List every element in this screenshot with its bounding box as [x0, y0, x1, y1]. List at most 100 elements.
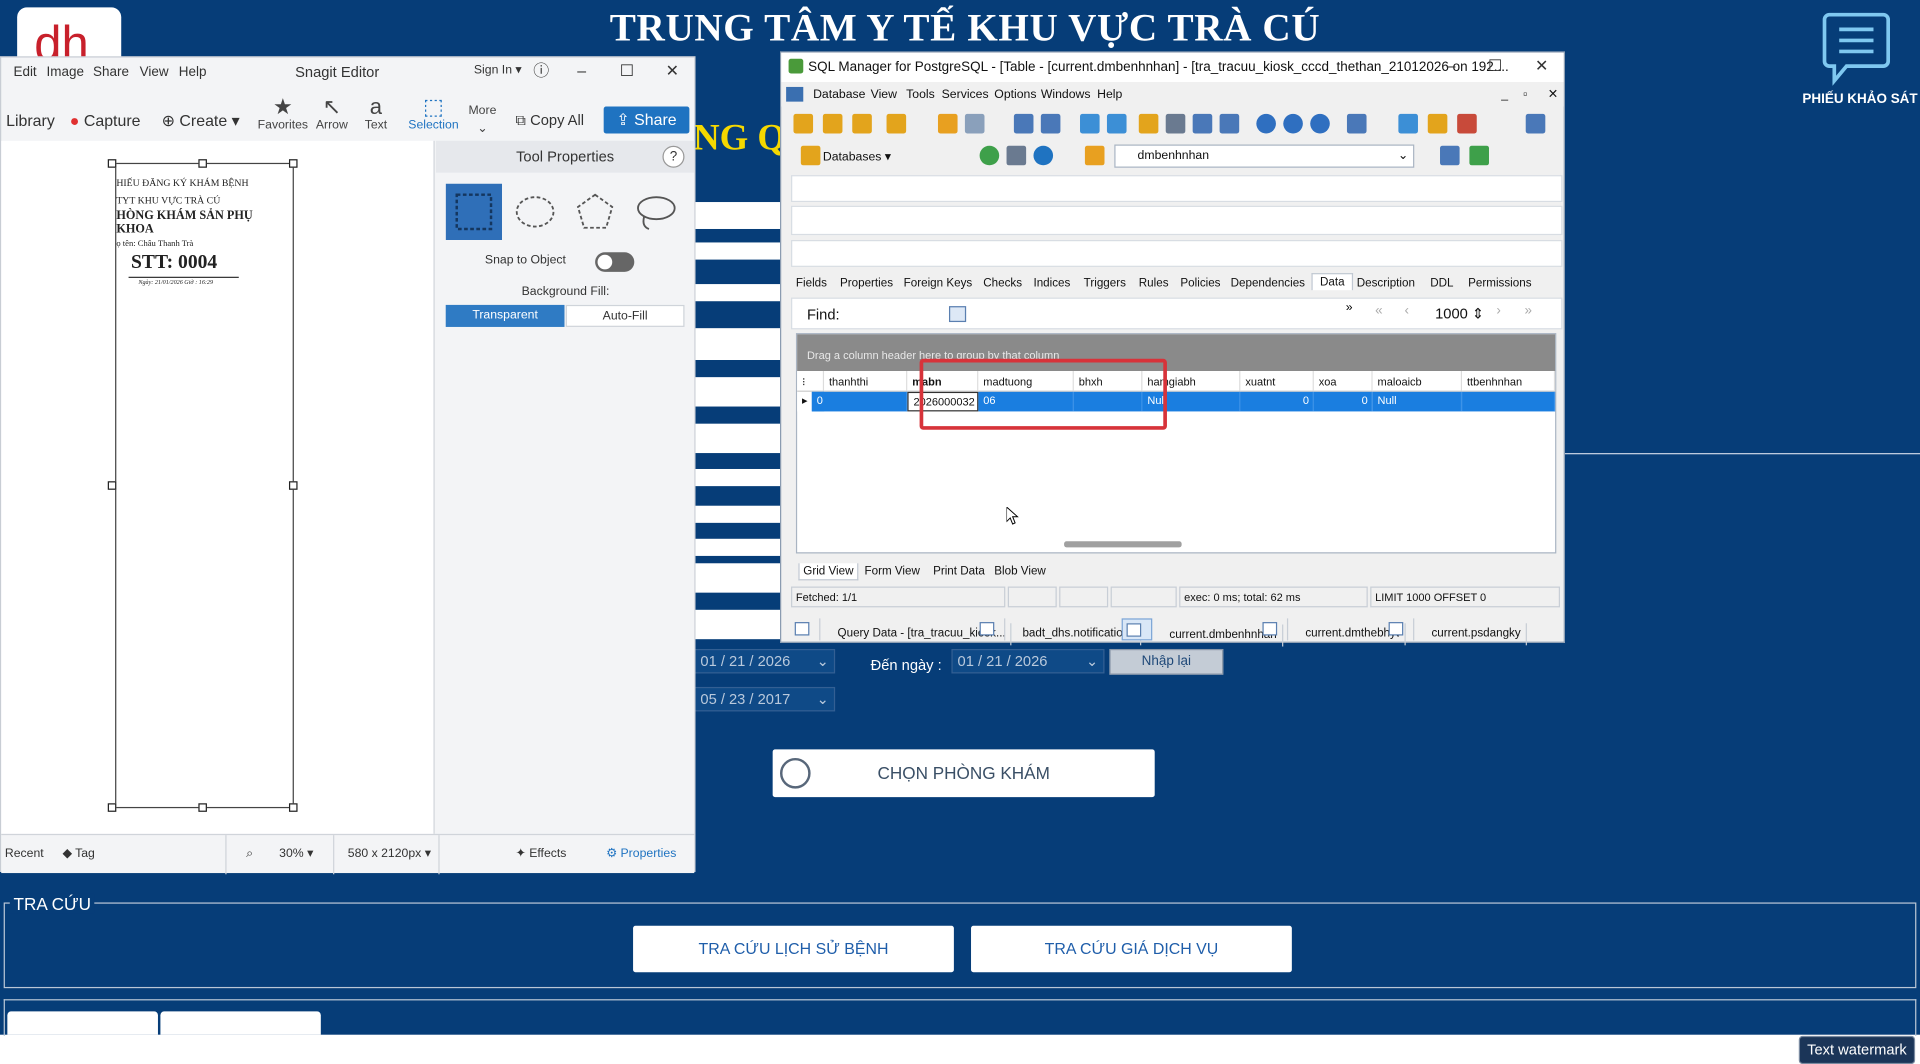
resize-handle[interactable] [288, 159, 298, 168]
toolbar-icon[interactable] [1138, 113, 1159, 134]
table-cell[interactable] [1462, 391, 1556, 412]
toolbar-icon[interactable] [822, 113, 843, 134]
column-header[interactable]: maloaicb [1372, 371, 1463, 392]
price-lookup-button[interactable]: TRA CỨU GIÁ DỊCH VỤ [971, 925, 1292, 973]
resize-handle[interactable] [107, 803, 117, 812]
toolbar-icon[interactable] [964, 113, 985, 134]
favorites-tool[interactable]: ★ Favorites [255, 94, 311, 132]
toolbar-icon[interactable] [1525, 113, 1546, 134]
help-icon[interactable] [1033, 145, 1054, 166]
tab-fields[interactable]: Fields [796, 277, 827, 290]
info-icon[interactable]: ⓘ [528, 60, 555, 82]
ellipse-selection-icon[interactable] [507, 184, 563, 240]
toolbar-icon[interactable] [1469, 145, 1489, 166]
tab-blob-view[interactable]: Blob View [994, 564, 1046, 577]
sign-in-button[interactable]: Sign In ▾ [474, 64, 522, 77]
choose-clinic-button[interactable]: CHỌN PHÒNG KHÁM [772, 749, 1155, 798]
menu-tools[interactable]: Tools [906, 88, 935, 101]
next-page-icon[interactable]: › [1496, 304, 1500, 319]
toolbar-icon[interactable] [1346, 113, 1367, 134]
menu-share[interactable]: Share [93, 65, 129, 80]
toolbar-icon[interactable] [1192, 113, 1213, 134]
data-grid[interactable]: Drag a column header here to group by th… [795, 333, 1557, 554]
copy-all-button[interactable]: ⧉ Copy All [516, 111, 585, 129]
maximize-icon[interactable]: ☐ [613, 60, 640, 82]
toolbar-icon[interactable] [1106, 113, 1127, 134]
doc-tab-dmthebhyt[interactable]: current.dmthebhyt [1259, 618, 1406, 646]
menu-image[interactable]: Image [47, 65, 84, 80]
tab-rules[interactable]: Rules [1139, 277, 1169, 290]
first-page-icon[interactable]: « [1375, 304, 1383, 319]
resize-handle[interactable] [198, 159, 207, 168]
bottom-tab-1[interactable] [7, 1011, 158, 1035]
polygon-selection-icon[interactable] [567, 184, 623, 240]
tab-print-data[interactable]: Print Data [933, 564, 985, 577]
toolbar-icon[interactable] [1165, 113, 1186, 134]
resize-handle[interactable] [198, 803, 207, 812]
last-page-icon[interactable]: » [1525, 304, 1533, 319]
group-by-bar[interactable]: Drag a column header here to group by th… [797, 334, 1556, 372]
menu-edit[interactable]: Edit [13, 65, 36, 80]
tab-indices[interactable]: Indices [1033, 277, 1070, 290]
doc-tab-psdangky[interactable]: current.psdangky [1385, 618, 1527, 646]
horizontal-scrollbar[interactable] [1064, 541, 1182, 548]
effects-button[interactable]: ✦ Effects [516, 847, 567, 860]
transparent-option[interactable]: Transparent [445, 304, 565, 327]
refresh-icon[interactable] [979, 145, 1000, 166]
rectangle-selection-icon[interactable] [445, 183, 503, 241]
tab-dependencies[interactable]: Dependencies [1231, 277, 1305, 290]
create-button[interactable]: ⊕ Create ▾ [162, 111, 240, 131]
tab-ddl[interactable]: DDL [1430, 277, 1453, 290]
date-to-input[interactable]: 01 / 21 / 2026 ⌄ [951, 648, 1105, 674]
table-cell[interactable]: Null [1372, 391, 1463, 412]
tab-policies[interactable]: Policies [1180, 277, 1220, 290]
share-button[interactable]: ⇪ Share [603, 106, 690, 134]
toolbar-icon[interactable] [1084, 145, 1105, 166]
bottom-tab-2[interactable] [160, 1011, 321, 1035]
close-icon[interactable]: ✕ [659, 60, 686, 82]
column-header[interactable]: xoa [1313, 371, 1373, 392]
text-watermark-button[interactable]: Text watermark [1798, 1035, 1916, 1064]
close-icon[interactable]: ✕ [1528, 55, 1555, 77]
toolbar-icon[interactable] [1398, 113, 1418, 134]
users-icon[interactable] [1283, 113, 1303, 134]
database-select[interactable]: dmbenhnhan ⌄ [1114, 144, 1415, 168]
toolbar-icon[interactable] [1457, 113, 1477, 134]
properties-button[interactable]: ⚙ Properties [606, 847, 676, 860]
tab-permissions[interactable]: Permissions [1468, 277, 1531, 290]
receipt-image[interactable]: HIẾU ĐĂNG KÝ KHÁM BỆNH TYT KHU VỰC TRÀ C… [115, 162, 294, 809]
column-header[interactable]: thanhthi [824, 371, 908, 392]
prev-page-icon[interactable]: ‹ [1405, 304, 1409, 319]
table-cell[interactable]: 0 [1313, 391, 1373, 412]
toolbar-icon[interactable] [937, 113, 958, 134]
library-button[interactable]: Library [6, 111, 55, 129]
size-select[interactable]: 580 x 2120px ▾ [348, 847, 431, 860]
toolbar-icon[interactable] [852, 113, 872, 134]
survey-label[interactable]: PHIẾU KHẢO SÁT [1800, 92, 1920, 107]
user-icon[interactable] [1256, 113, 1276, 134]
tag-button[interactable]: ◆ Tag [62, 847, 94, 860]
menu-help[interactable]: Help [179, 65, 207, 80]
help-icon[interactable]: ? [662, 145, 685, 168]
resize-handle[interactable] [107, 159, 117, 168]
mdi-restore-icon[interactable]: ▫ [1523, 88, 1527, 101]
print-icon[interactable] [1006, 145, 1027, 166]
menu-options[interactable]: Options [994, 88, 1036, 101]
reset-button[interactable]: Nhập lại [1109, 648, 1224, 675]
user-group-icon[interactable] [1310, 113, 1330, 134]
menu-services[interactable]: Services [942, 88, 989, 101]
find-options-icon[interactable] [948, 306, 967, 323]
databases-dropdown[interactable]: Databases ▾ [823, 151, 891, 164]
doc-tab-query-data[interactable]: Query Data - [tra_tracuu_kiosk... [791, 618, 1012, 646]
tab-description[interactable]: Description [1357, 277, 1415, 290]
dob-input[interactable]: 05 / 23 / 2017 ⌄ [694, 686, 836, 712]
text-tool[interactable]: a Text [348, 94, 404, 132]
date-from-input[interactable]: 01 / 21 / 2026 ⌄ [694, 648, 836, 674]
column-header[interactable]: ttbenhnhan [1462, 371, 1556, 392]
toolbar-icon[interactable] [1013, 113, 1034, 134]
menu-windows[interactable]: Windows [1041, 88, 1091, 101]
more-icon[interactable]: » [1346, 301, 1353, 314]
toolbar-icon[interactable] [1219, 113, 1240, 134]
column-header[interactable]: xuatnt [1240, 371, 1314, 392]
toolbar-icon[interactable] [1040, 113, 1061, 134]
